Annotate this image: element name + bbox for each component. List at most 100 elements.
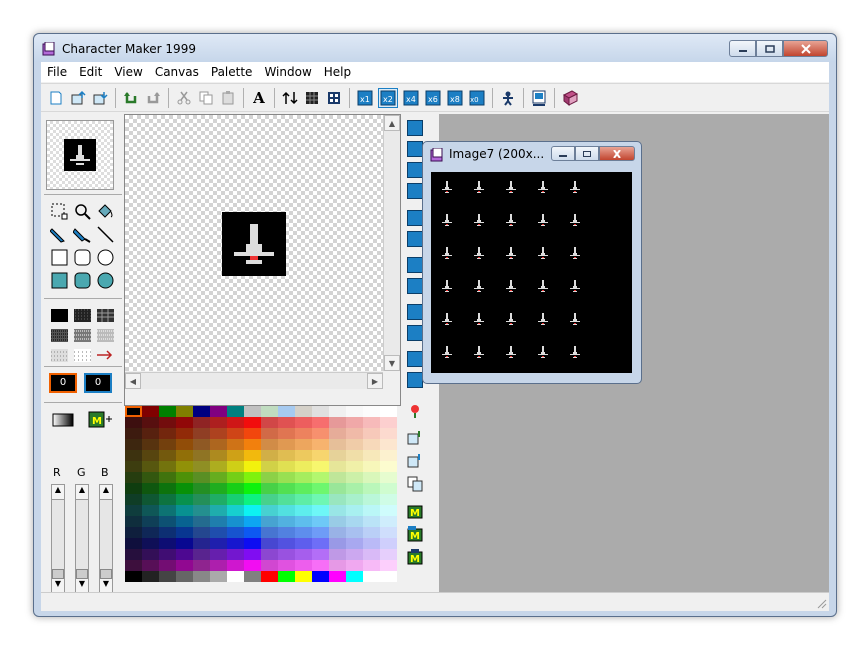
palette-swatch[interactable]	[363, 516, 380, 527]
palette-swatch[interactable]	[261, 428, 278, 439]
palette-swatch[interactable]	[278, 560, 295, 571]
palette-swatch[interactable]	[159, 406, 176, 417]
palette-swatch[interactable]	[210, 406, 227, 417]
palette-swatch[interactable]	[295, 505, 312, 516]
foreground-slot[interactable]: 0	[49, 373, 77, 393]
filled-rectangle-tool-icon[interactable]	[50, 271, 69, 290]
palette-swatch[interactable]	[227, 428, 244, 439]
blue-slider[interactable]: ▲ ▼	[99, 484, 113, 594]
palette-swatch[interactable]	[244, 406, 261, 417]
palette-swatch[interactable]	[176, 527, 193, 538]
new-button[interactable]	[47, 89, 65, 107]
palette-swatch[interactable]	[159, 527, 176, 538]
palette-swatch[interactable]	[142, 406, 159, 417]
palette-swatch[interactable]	[176, 417, 193, 428]
green-slider[interactable]: ▲ ▼	[75, 484, 89, 594]
palette-swatch[interactable]	[329, 483, 346, 494]
palette-swatch[interactable]	[363, 406, 380, 417]
mask-paste-icon[interactable]: M	[407, 549, 423, 565]
palette-swatch[interactable]	[210, 461, 227, 472]
palette-swatch[interactable]	[346, 439, 363, 450]
palette-swatch[interactable]	[380, 505, 397, 516]
palette-swatch[interactable]	[346, 560, 363, 571]
palette-swatch[interactable]	[380, 461, 397, 472]
palette-swatch[interactable]	[329, 516, 346, 527]
palette-swatch[interactable]	[261, 560, 278, 571]
palette-swatch[interactable]	[261, 450, 278, 461]
palette-swatch[interactable]	[295, 406, 312, 417]
palette-swatch[interactable]	[227, 538, 244, 549]
palette-swatch[interactable]	[125, 527, 142, 538]
palette-swatch[interactable]	[125, 538, 142, 549]
palette-swatch[interactable]	[261, 516, 278, 527]
palette-swatch[interactable]	[329, 494, 346, 505]
palette-swatch[interactable]	[312, 461, 329, 472]
palette-swatch[interactable]	[363, 439, 380, 450]
palette-swatch[interactable]	[380, 494, 397, 505]
palette-swatch[interactable]	[159, 417, 176, 428]
rectangle-tool-icon[interactable]	[50, 248, 69, 267]
palette-swatch[interactable]	[363, 527, 380, 538]
menu-view[interactable]: View	[108, 62, 148, 82]
palette-swatch[interactable]	[346, 538, 363, 549]
palette-swatch[interactable]	[295, 527, 312, 538]
image-maximize-button[interactable]	[575, 146, 599, 161]
palette-swatch[interactable]	[176, 516, 193, 527]
palette-swatch[interactable]	[142, 549, 159, 560]
menu-canvas[interactable]: Canvas	[149, 62, 205, 82]
palette-swatch[interactable]	[176, 494, 193, 505]
palette-swatch[interactable]	[278, 571, 295, 582]
palette-swatch[interactable]	[210, 494, 227, 505]
palette-swatch[interactable]	[312, 483, 329, 494]
palette-swatch[interactable]	[244, 571, 261, 582]
flip-vertical-icon[interactable]	[407, 210, 423, 226]
palette-swatch[interactable]	[380, 527, 397, 538]
palette-swatch[interactable]	[380, 560, 397, 571]
mirror-icon[interactable]	[407, 351, 423, 367]
palette-swatch[interactable]	[295, 538, 312, 549]
title-bar[interactable]: Character Maker 1999	[34, 34, 836, 62]
palette-swatch[interactable]	[329, 461, 346, 472]
palette-swatch[interactable]	[329, 417, 346, 428]
rotate-cw-icon[interactable]	[407, 257, 423, 273]
palette-swatch[interactable]	[329, 549, 346, 560]
palette-swatch[interactable]	[261, 527, 278, 538]
palette-swatch[interactable]	[295, 428, 312, 439]
scroll-up-icon[interactable]: ▲	[384, 115, 400, 131]
menu-edit[interactable]: Edit	[73, 62, 108, 82]
palette-swatch[interactable]	[142, 516, 159, 527]
palette-swatch[interactable]	[380, 428, 397, 439]
palette-swatch[interactable]	[363, 417, 380, 428]
palette-swatch[interactable]	[227, 494, 244, 505]
palette-swatch[interactable]	[380, 439, 397, 450]
invert-icon[interactable]	[407, 372, 423, 388]
mask-add-icon[interactable]: M	[407, 503, 423, 519]
palette-swatch[interactable]	[210, 472, 227, 483]
palette-swatch[interactable]	[329, 406, 346, 417]
tile-button[interactable]	[325, 89, 343, 107]
palette-swatch[interactable]	[193, 494, 210, 505]
palette-swatch[interactable]	[329, 505, 346, 516]
preview-button[interactable]	[530, 89, 548, 107]
palette-swatch[interactable]	[312, 527, 329, 538]
background-slot[interactable]: 0	[84, 373, 112, 393]
cut-button[interactable]	[175, 89, 193, 107]
palette-swatch[interactable]	[278, 428, 295, 439]
palette-swatch[interactable]	[227, 483, 244, 494]
palette-swatch[interactable]	[312, 439, 329, 450]
palette-swatch[interactable]	[125, 494, 142, 505]
paste-button[interactable]	[219, 89, 237, 107]
palette-swatch[interactable]	[227, 439, 244, 450]
palette-swatch[interactable]	[329, 527, 346, 538]
color-palette[interactable]	[125, 406, 399, 582]
palette-swatch[interactable]	[278, 494, 295, 505]
palette-swatch[interactable]	[278, 439, 295, 450]
palette-swatch[interactable]	[380, 472, 397, 483]
palette-swatch[interactable]	[142, 494, 159, 505]
palette-swatch[interactable]	[159, 571, 176, 582]
palette-swatch[interactable]	[125, 406, 142, 417]
palette-swatch[interactable]	[380, 450, 397, 461]
palette-swatch[interactable]	[227, 549, 244, 560]
palette-swatch[interactable]	[227, 516, 244, 527]
pattern-grid-icon[interactable]	[96, 306, 115, 325]
